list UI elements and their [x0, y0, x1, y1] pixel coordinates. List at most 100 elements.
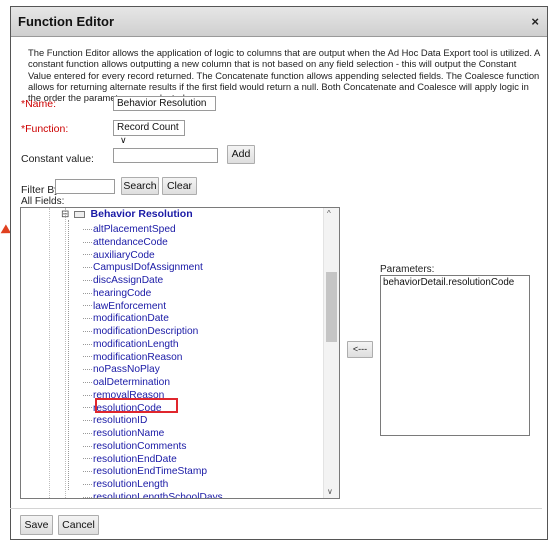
tree-connector — [83, 381, 92, 383]
tree-connector — [83, 445, 92, 447]
tree-field-item[interactable]: attendanceCode — [83, 236, 168, 249]
clear-button[interactable]: Clear — [162, 177, 197, 195]
tree-field-item[interactable]: resolutionComments — [83, 440, 186, 453]
tree-field-item[interactable]: hearingCode — [83, 287, 151, 300]
tree-field-label: lawEnforcement — [93, 300, 167, 312]
tree-connector — [83, 356, 92, 358]
tree-guide-line — [65, 208, 66, 498]
tree-node-label: Behavior Resolution — [90, 208, 193, 220]
function-select-value: Record Count — [117, 122, 179, 133]
footer-divider — [10, 508, 542, 509]
tree-node-behavior-resolution[interactable]: ⊟ Behavior Resolution — [61, 208, 193, 221]
tree-connector — [83, 254, 92, 256]
chevron-down-icon: ∨ — [120, 135, 127, 145]
save-button[interactable]: Save — [20, 515, 53, 535]
tree-field-label: CampusIDofAssignment — [93, 262, 203, 274]
tree-field-item[interactable]: modificationLength — [83, 338, 179, 351]
tree-field-label: resolutionEndDate — [93, 453, 177, 465]
table-icon — [74, 210, 86, 218]
function-label-wrap: *Function: — [21, 123, 68, 135]
tree-field-item[interactable]: resolutionName — [83, 427, 164, 440]
add-button[interactable]: Add — [227, 145, 255, 164]
parameter-item[interactable]: behaviorDetail.resolutionCode — [383, 277, 527, 288]
tree-connector — [83, 420, 92, 422]
tree-connector — [83, 305, 92, 307]
tree-field-item[interactable]: resolutionLength — [83, 478, 168, 491]
tree-field-label: modificationReason — [93, 351, 183, 363]
scroll-up-icon[interactable]: ^ — [327, 209, 331, 218]
tree-field-item[interactable]: resolutionLengthSchoolDays — [83, 491, 223, 499]
tree-connector — [83, 343, 92, 345]
all-fields-tree[interactable]: ⊟ Behavior Resolution altPlacementSped at… — [20, 207, 340, 499]
tree-field-item[interactable]: noPassNoPlay — [83, 363, 160, 376]
tree-connector — [83, 279, 92, 281]
tree-field-label: altPlacementSped — [93, 224, 176, 235]
tree-field-label: oalDetermination — [93, 377, 171, 388]
tree-field-item[interactable]: resolutionID — [83, 414, 147, 427]
tree-connector — [83, 369, 92, 371]
tree-connector — [83, 471, 92, 473]
parameters-list[interactable]: behaviorDetail.resolutionCode — [380, 275, 530, 436]
tree-field-item[interactable]: resolutionEndTimeStamp — [83, 465, 207, 478]
tree-connector — [83, 228, 92, 230]
scroll-down-icon[interactable]: ∨ — [327, 487, 333, 496]
tree-field-item[interactable]: altPlacementSped — [83, 223, 176, 236]
filter-input[interactable] — [55, 179, 115, 194]
tree-field-item[interactable]: auxiliaryCode — [83, 249, 155, 262]
selected-field-highlight — [95, 398, 178, 413]
tree-field-label: resolutionName — [93, 428, 165, 439]
function-label: Function: — [25, 123, 69, 135]
dialog-title: Function Editor — [18, 14, 115, 29]
tree-field-label: modificationDescription — [93, 326, 199, 337]
tree-field-item[interactable]: oalDetermination — [83, 376, 170, 389]
tree-field-label: hearingCode — [93, 287, 152, 299]
tree-connector — [83, 241, 92, 243]
tree-field-item[interactable]: modificationReason — [83, 351, 182, 364]
tree-connector — [83, 394, 92, 396]
tree-field-item[interactable]: resolutionEndDate — [83, 453, 177, 466]
tree-field-label: discAssignDate — [93, 275, 164, 286]
function-select[interactable]: Record Count ∨ — [113, 120, 185, 145]
constant-value-label: Constant value: — [21, 153, 94, 165]
tree-field-label: modificationDate — [93, 313, 169, 325]
dialog-description: The Function Editor allows the applicati… — [28, 47, 540, 104]
all-fields-label: All Fields: — [21, 196, 65, 207]
tree-field-label: modificationLength — [93, 338, 179, 350]
tree-connector — [83, 318, 92, 320]
tree-connector — [83, 432, 92, 434]
constant-value-input[interactable] — [113, 148, 218, 163]
filter-by-label: Filter By — [21, 184, 60, 196]
tree-field-item[interactable]: modificationDate — [83, 312, 169, 325]
scroll-thumb[interactable] — [326, 272, 337, 342]
tree-field-label: noPassNoPlay — [93, 364, 160, 376]
tree-connector — [83, 292, 92, 294]
add-parameter-button[interactable]: <--- — [347, 341, 373, 358]
tree-field-label: attendanceCode — [93, 236, 168, 248]
name-label: Name: — [25, 98, 57, 110]
parameters-label: Parameters: — [380, 264, 435, 275]
collapse-icon[interactable]: ⊟ — [61, 209, 69, 220]
tree-connector — [83, 407, 92, 409]
tree-guide-line — [49, 208, 50, 498]
tree-connector — [83, 330, 92, 332]
name-input[interactable]: Behavior Resolution — [113, 96, 216, 111]
tree-field-item[interactable]: discAssignDate — [83, 274, 163, 287]
close-icon[interactable]: × — [531, 14, 539, 29]
tree-field-item[interactable]: CampusIDofAssignment — [83, 261, 203, 274]
tree-connector — [83, 496, 92, 498]
tree-field-item[interactable]: modificationDescription — [83, 325, 198, 338]
name-label-wrap: *Name: — [21, 98, 56, 110]
tree-field-label: auxiliaryCode — [93, 249, 155, 261]
tree-field-label: resolutionComments — [93, 440, 187, 452]
cancel-button[interactable]: Cancel — [58, 515, 99, 535]
search-button[interactable]: Search — [121, 177, 159, 195]
tree-field-label: resolutionLengthSchoolDays — [93, 491, 223, 499]
tree-scrollbar[interactable]: ^ ∨ — [323, 208, 339, 498]
dialog-titlebar: Function Editor × — [11, 7, 547, 37]
tree-connector — [83, 267, 92, 269]
tree-branch-line — [68, 220, 69, 490]
tree-field-label: resolutionID — [93, 415, 148, 427]
tree-field-label: resolutionLength — [93, 479, 169, 490]
tree-connector — [83, 483, 92, 485]
tree-field-item[interactable]: lawEnforcement — [83, 300, 166, 313]
